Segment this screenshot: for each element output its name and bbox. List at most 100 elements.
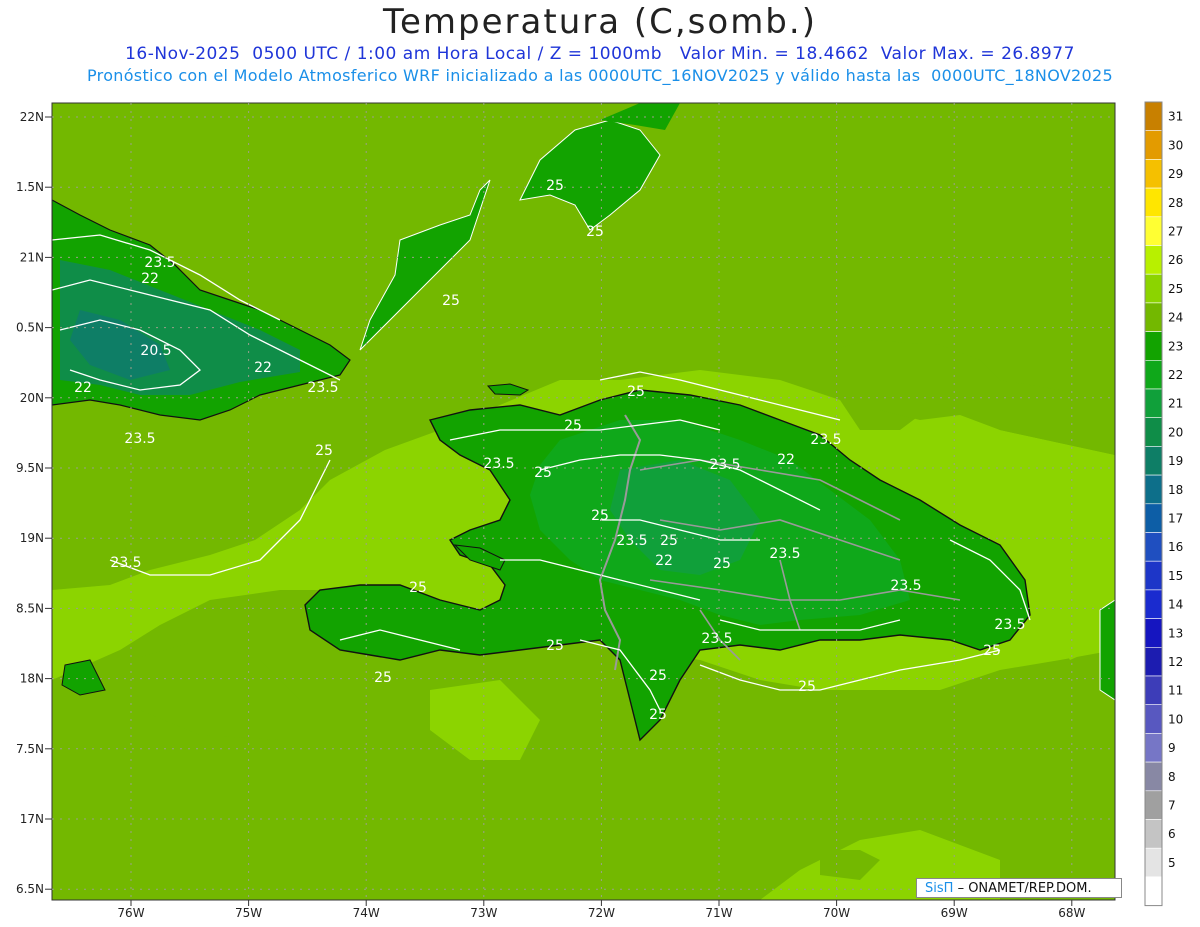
contour-label: 25	[315, 443, 333, 459]
colorbar-swatch	[1144, 216, 1163, 246]
colorbar-label: 26	[1168, 253, 1183, 267]
lon-label: 75W	[235, 906, 262, 920]
contour-label: 23.5	[616, 533, 647, 549]
lon-label: 70W	[823, 906, 850, 920]
lat-label: 0.5N	[16, 321, 44, 335]
lon-label: 72W	[588, 906, 615, 920]
colorbar-swatch	[1144, 876, 1163, 906]
lat-label: 22N	[20, 110, 44, 124]
colorbar-swatch	[1144, 101, 1163, 132]
contour-label: 23.5	[769, 546, 800, 562]
contour-label: 25	[660, 533, 678, 549]
contour-label: 22	[74, 380, 92, 396]
lat-label: 19N	[20, 531, 44, 545]
contour-label: 22	[141, 271, 159, 287]
contour-label: 23.5	[307, 380, 338, 396]
colorbar-label: 15	[1168, 569, 1183, 583]
contour-label: 25	[627, 384, 645, 400]
colorbar-label: 31	[1168, 110, 1183, 124]
contour-label: 23.5	[124, 431, 155, 447]
colorbar-swatch	[1144, 618, 1163, 648]
contour-label: 25	[983, 643, 1001, 659]
contour-label: 25	[564, 418, 582, 434]
contour-label: 25	[442, 293, 460, 309]
colorbar-swatch	[1144, 704, 1163, 734]
contour-label: 23.5	[994, 617, 1025, 633]
colorbar-swatch	[1144, 819, 1163, 849]
lon-label: 73W	[470, 906, 497, 920]
colorbar-label: 29	[1168, 167, 1183, 181]
lon-label: 71W	[705, 906, 732, 920]
colorbar-label: 20	[1168, 425, 1183, 439]
contour-label: 25	[649, 707, 667, 723]
colorbar-swatch	[1144, 273, 1163, 304]
colorbar-swatch	[1144, 532, 1163, 562]
contour-label: 23.5	[144, 255, 175, 271]
contour-label: 25	[649, 668, 667, 684]
contour-label: 25	[374, 670, 392, 686]
colorbar-label: 17	[1168, 512, 1183, 526]
colorbar-swatch	[1144, 761, 1163, 792]
colorbar-label: 21	[1168, 397, 1183, 411]
colorbar-swatch	[1144, 474, 1163, 505]
colorbar-swatch	[1144, 589, 1163, 619]
lat-label: 9.5N	[16, 461, 44, 475]
colorbar-label: 24	[1168, 311, 1183, 325]
puerto-rico-edge	[1099, 599, 1115, 701]
brand-label: SisΠ	[925, 881, 954, 896]
colorbar-swatch	[1144, 847, 1163, 878]
colorbar-label: 14	[1168, 598, 1183, 612]
lat-label: 20N	[20, 391, 44, 405]
contour-label: 23.5	[890, 578, 921, 594]
contour-label: 23.5	[483, 456, 514, 472]
contour-label: 25	[798, 679, 816, 695]
contour-label: 23.5	[701, 631, 732, 647]
colorbar-swatch	[1144, 646, 1163, 677]
lat-label: 6.5N	[16, 882, 44, 896]
colorbar-swatch	[1144, 790, 1163, 820]
colorbar-label: 22	[1168, 368, 1183, 382]
colorbar-swatch	[1144, 302, 1163, 332]
colorbar-swatch	[1144, 130, 1163, 160]
colorbar-swatch	[1144, 359, 1163, 390]
map-field	[52, 103, 1115, 900]
colorbar-swatch	[1144, 675, 1163, 706]
colorbar-label: 23	[1168, 339, 1183, 353]
colorbar-label: 5	[1168, 856, 1176, 870]
colorbar-label: 6	[1168, 827, 1176, 841]
lat-label: 21N	[20, 250, 44, 264]
contour-label: 22	[254, 360, 272, 376]
credit-box: SisΠ – ONAMET/REP.DOM.	[916, 878, 1122, 898]
lon-label: 74W	[353, 906, 380, 920]
colorbar-label: 8	[1168, 770, 1176, 784]
contour-label: 25	[586, 224, 604, 240]
contour-label: 22	[655, 553, 673, 569]
colorbar-swatch	[1144, 331, 1163, 361]
colorbar-label: 13	[1168, 626, 1183, 640]
colorbar-label: 25	[1168, 282, 1183, 296]
latitude-labels: 22N 1.5N 21N 0.5N 20N 9.5N 19N 8.5N 18N 7.5N 17N 6.…	[16, 110, 52, 896]
lat-label: 8.5N	[16, 601, 44, 615]
contour-label: 25	[409, 580, 427, 596]
colorbar-swatch	[1144, 560, 1163, 591]
contour-label: 25	[591, 508, 609, 524]
colorbar-swatch	[1144, 733, 1163, 763]
colorbar-swatch	[1144, 187, 1163, 218]
colorbar-swatch	[1144, 446, 1163, 476]
colorbar-label: 7	[1168, 799, 1176, 813]
contour-label: 25	[546, 638, 564, 654]
lon-label: 76W	[117, 906, 144, 920]
contour-label: 25	[713, 556, 731, 572]
lat-label: 1.5N	[16, 180, 44, 194]
contour-label: 25	[534, 465, 552, 481]
colorbar-swatch	[1144, 245, 1163, 275]
colorbar-label: 30	[1168, 138, 1183, 152]
colorbar-label: 12	[1168, 655, 1183, 669]
contour-label: 20.5	[140, 343, 171, 359]
lat-label: 18N	[20, 672, 44, 686]
colorbar-swatch	[1144, 388, 1163, 419]
lat-label: 17N	[20, 812, 44, 826]
credit-text: – ONAMET/REP.DOM.	[957, 881, 1092, 896]
colorbar-label: 27	[1168, 225, 1183, 239]
contour-label: 23.5	[709, 457, 740, 473]
